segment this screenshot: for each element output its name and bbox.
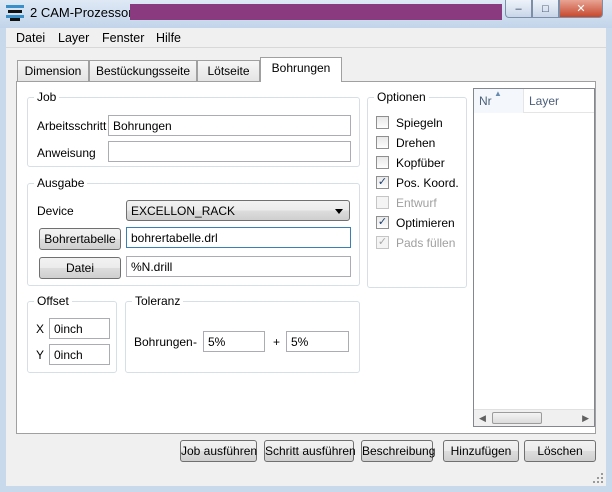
close-icon: ✕ [576, 3, 586, 15]
run-step-button[interactable]: Schritt ausführen [264, 440, 356, 462]
column-header-layer[interactable]: Layer [524, 89, 594, 113]
option-label: Kopfüber [396, 156, 445, 170]
checkbox-spiegeln[interactable] [376, 116, 389, 129]
eagle-cam-app-icon [6, 5, 24, 21]
offset-group: Offset X 0inch Y 0inch [27, 294, 117, 373]
instruction-input[interactable] [108, 141, 351, 162]
close-button[interactable]: ✕ [559, 0, 603, 18]
option-label: Drehen [396, 136, 436, 150]
step-input[interactable]: Bohrungen [108, 115, 351, 136]
chevron-down-icon [335, 209, 343, 214]
sort-ascending-icon: ▲ [494, 89, 502, 98]
checkbox-pos-koord[interactable]: ✓ [376, 176, 389, 189]
offset-y-label: Y [36, 348, 45, 362]
tolerance-minus-label: - [193, 335, 197, 349]
menu-bar: Datei Layer Fenster Hilfe [6, 28, 606, 48]
delete-button[interactable]: Löschen [524, 440, 596, 462]
tab-bestueckungsseite[interactable]: Bestückungsseite [89, 60, 197, 81]
scrollbar-thumb[interactable] [492, 412, 542, 424]
checkbox-entwurf [376, 196, 389, 209]
file-input[interactable]: %N.drill [126, 256, 351, 277]
add-button[interactable]: Hinzufügen [443, 440, 519, 462]
device-select[interactable]: EXCELLON_RACK [126, 200, 350, 221]
tolerance-plus-input[interactable]: 5% [286, 331, 349, 352]
offset-x-label: X [36, 322, 45, 336]
minimize-icon: – [515, 2, 522, 15]
tolerance-group: Toleranz Bohrungen - 5% + 5% [125, 294, 360, 373]
tab-bohrungen[interactable]: Bohrungen [260, 57, 342, 82]
drill-table-button[interactable]: Bohrertabelle [39, 228, 121, 250]
options-group: Optionen Spiegeln Drehen Kopfüber ✓ Pos.… [367, 90, 467, 288]
option-label: Entwurf [396, 196, 437, 210]
instruction-label: Anweisung [37, 146, 96, 160]
column-nr-label: Nr [479, 94, 492, 108]
option-label: Spiegeln [396, 116, 443, 130]
device-select-value: EXCELLON_RACK [131, 204, 236, 218]
minimize-button[interactable]: – [505, 0, 532, 18]
output-group: Ausgabe Device EXCELLON_RACK Bohrertabel… [27, 176, 360, 286]
column-header-nr[interactable]: ▲ Nr [474, 89, 524, 113]
step-label: Arbeitsschritt [37, 119, 107, 133]
horizontal-scrollbar[interactable]: ◀ ▶ [474, 409, 594, 426]
window-title: 2 CAM-Prozessor - [30, 5, 141, 20]
scroll-left-icon[interactable]: ◀ [479, 413, 486, 424]
offset-group-title: Offset [34, 294, 72, 308]
job-group-title: Job [34, 90, 60, 104]
drill-table-input[interactable]: bohrertabelle.drl [126, 227, 351, 248]
maximize-icon: □ [542, 2, 549, 15]
scroll-right-icon[interactable]: ▶ [582, 413, 589, 424]
menu-hilfe[interactable]: Hilfe [156, 31, 181, 45]
offset-y-input[interactable]: 0inch [49, 344, 110, 365]
output-group-title: Ausgabe [34, 176, 88, 190]
run-job-button[interactable]: Job ausführen [180, 440, 257, 462]
checkbox-kopfueber[interactable] [376, 156, 389, 169]
resize-grip-icon[interactable] [592, 472, 604, 484]
layer-list-header: ▲ Nr Layer [474, 89, 594, 113]
tolerance-plus-label: + [273, 335, 281, 349]
option-label: Pads füllen [396, 236, 456, 250]
options-group-title: Optionen [374, 90, 429, 104]
checkbox-pads-fuellen: ✓ [376, 236, 389, 249]
tolerance-group-title: Toleranz [132, 294, 184, 308]
option-label: Pos. Koord. [396, 176, 459, 190]
checkbox-drehen[interactable] [376, 136, 389, 149]
tab-loetseite[interactable]: Lötseite [197, 60, 260, 81]
job-group: Job Arbeitsschritt Bohrungen Anweisung [27, 90, 360, 167]
layer-list[interactable]: ▲ Nr Layer ◀ ▶ [473, 88, 595, 427]
file-button[interactable]: Datei [39, 257, 121, 279]
device-label: Device [37, 204, 74, 218]
title-redaction [130, 4, 502, 20]
tab-dimension[interactable]: Dimension [17, 60, 89, 81]
menu-layer[interactable]: Layer [58, 31, 89, 45]
cam-processor-window: Datei Layer Fenster Hilfe Dimension Best… [6, 28, 606, 486]
tolerance-label: Bohrungen [134, 335, 193, 349]
menu-datei[interactable]: Datei [16, 31, 45, 45]
tolerance-minus-input[interactable]: 5% [203, 331, 265, 352]
checkbox-optimieren[interactable]: ✓ [376, 216, 389, 229]
title-bar[interactable]: 2 CAM-Prozessor - – □ ✕ [0, 0, 612, 28]
menu-fenster[interactable]: Fenster [102, 31, 144, 45]
option-label: Optimieren [396, 216, 455, 230]
description-button[interactable]: Beschreibung [361, 440, 435, 462]
offset-x-input[interactable]: 0inch [49, 318, 110, 339]
maximize-button[interactable]: □ [532, 0, 559, 18]
